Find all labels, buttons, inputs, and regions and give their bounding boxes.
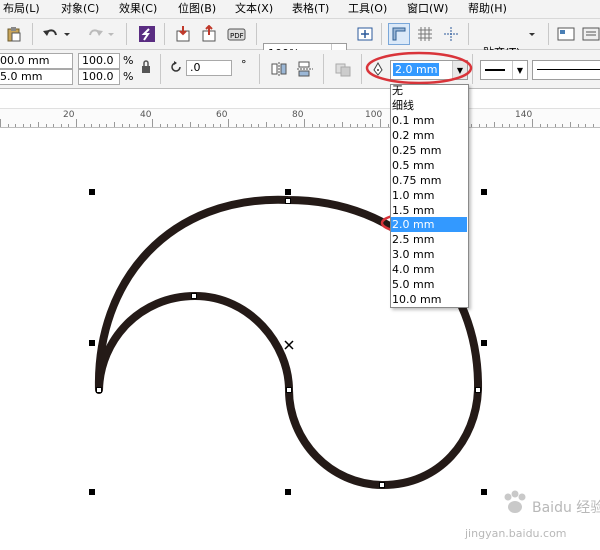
selection-handle[interactable] — [481, 189, 487, 195]
curve-node[interactable] — [191, 293, 197, 299]
selection-handle[interactable] — [481, 489, 487, 495]
curve-node[interactable] — [379, 482, 385, 488]
option-0-75mm[interactable]: 0.75 mm — [391, 173, 467, 188]
curve-node[interactable] — [285, 198, 291, 204]
option-0-25mm[interactable]: 0.25 mm — [391, 143, 467, 158]
option-hairline[interactable]: 细线 — [391, 98, 467, 113]
paw-logo-icon — [500, 488, 530, 518]
option-0-1mm[interactable]: 0.1 mm — [391, 113, 467, 128]
selection-handle[interactable] — [285, 489, 291, 495]
center-marker-icon — [284, 340, 294, 350]
watermark-brand: Baidu 经验 — [532, 500, 600, 516]
highlight-ellipse-combo — [365, 51, 473, 85]
option-1-0mm[interactable]: 1.0 mm — [391, 188, 467, 203]
selection-handle[interactable] — [481, 340, 487, 346]
option-1-5mm[interactable]: 1.5 mm — [391, 203, 467, 218]
option-2-0mm[interactable]: 2.0 mm — [391, 217, 467, 232]
outline-width-dropdown: 无 细线 0.1 mm 0.2 mm 0.25 mm 0.5 mm 0.75 m… — [390, 84, 469, 308]
drawing-canvas[interactable] — [0, 0, 600, 550]
watermark-url: jingyan.baidu.com — [465, 527, 567, 540]
option-0-2mm[interactable]: 0.2 mm — [391, 128, 467, 143]
option-3-0mm[interactable]: 3.0 mm — [391, 247, 467, 262]
selection-handle[interactable] — [285, 189, 291, 195]
option-0-5mm[interactable]: 0.5 mm — [391, 158, 467, 173]
selection-handle[interactable] — [89, 340, 95, 346]
curve-node[interactable] — [286, 387, 292, 393]
option-none[interactable]: 无 — [391, 83, 467, 98]
option-2-5mm[interactable]: 2.5 mm — [391, 232, 467, 247]
option-10-0mm[interactable]: 10.0 mm — [391, 292, 467, 307]
option-5-0mm[interactable]: 5.0 mm — [391, 277, 467, 292]
selection-handle[interactable] — [89, 189, 95, 195]
selection-handle[interactable] — [89, 489, 95, 495]
curve-node[interactable] — [96, 387, 102, 393]
curve-node[interactable] — [475, 387, 481, 393]
option-4-0mm[interactable]: 4.0 mm — [391, 262, 467, 277]
